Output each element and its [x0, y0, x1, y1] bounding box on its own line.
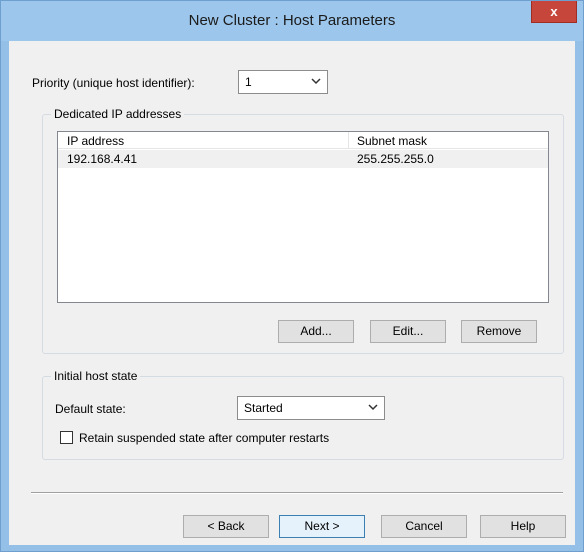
remove-button[interactable]: Remove [461, 320, 537, 343]
close-button[interactable]: x [531, 1, 577, 23]
title-bar[interactable]: New Cluster : Host Parameters x [1, 1, 583, 41]
retain-suspended-label[interactable]: Retain suspended state after computer re… [79, 431, 329, 445]
dialog-window: New Cluster : Host Parameters x Priority… [0, 0, 584, 552]
list-header: IP address Subnet mask [58, 132, 548, 149]
dedicated-ip-group-title: Dedicated IP addresses [51, 107, 185, 121]
chevron-down-icon [368, 400, 378, 417]
default-state-label: Default state: [55, 402, 126, 416]
retain-suspended-checkbox[interactable] [60, 431, 73, 444]
default-state-value: Started [244, 401, 283, 415]
cancel-button[interactable]: Cancel [381, 515, 467, 538]
next-button[interactable]: Next > [279, 515, 365, 538]
help-button[interactable]: Help [480, 515, 566, 538]
table-row[interactable]: 192.168.4.41 255.255.255.0 [58, 150, 548, 168]
priority-value: 1 [245, 75, 252, 89]
initial-host-state-group-title: Initial host state [51, 369, 141, 383]
window-title: New Cluster : Host Parameters [188, 12, 396, 29]
default-state-dropdown[interactable]: Started [237, 396, 385, 420]
column-header-ip-address[interactable]: IP address [67, 134, 124, 148]
add-button[interactable]: Add... [278, 320, 354, 343]
edit-button[interactable]: Edit... [370, 320, 446, 343]
column-separator[interactable] [348, 132, 349, 149]
column-header-subnet-mask[interactable]: Subnet mask [357, 134, 427, 148]
priority-dropdown[interactable]: 1 [238, 70, 328, 94]
dialog-client-area: Priority (unique host identifier): 1 Ded… [9, 41, 575, 545]
priority-label: Priority (unique host identifier): [32, 76, 195, 90]
back-button[interactable]: < Back [183, 515, 269, 538]
ip-address-cell: 192.168.4.41 [67, 152, 138, 166]
close-icon: x [550, 4, 558, 19]
footer-divider-highlight [31, 493, 563, 494]
ip-address-list[interactable]: IP address Subnet mask 192.168.4.41 255.… [57, 131, 549, 303]
subnet-mask-cell: 255.255.255.0 [357, 152, 434, 166]
chevron-down-icon [311, 74, 321, 91]
